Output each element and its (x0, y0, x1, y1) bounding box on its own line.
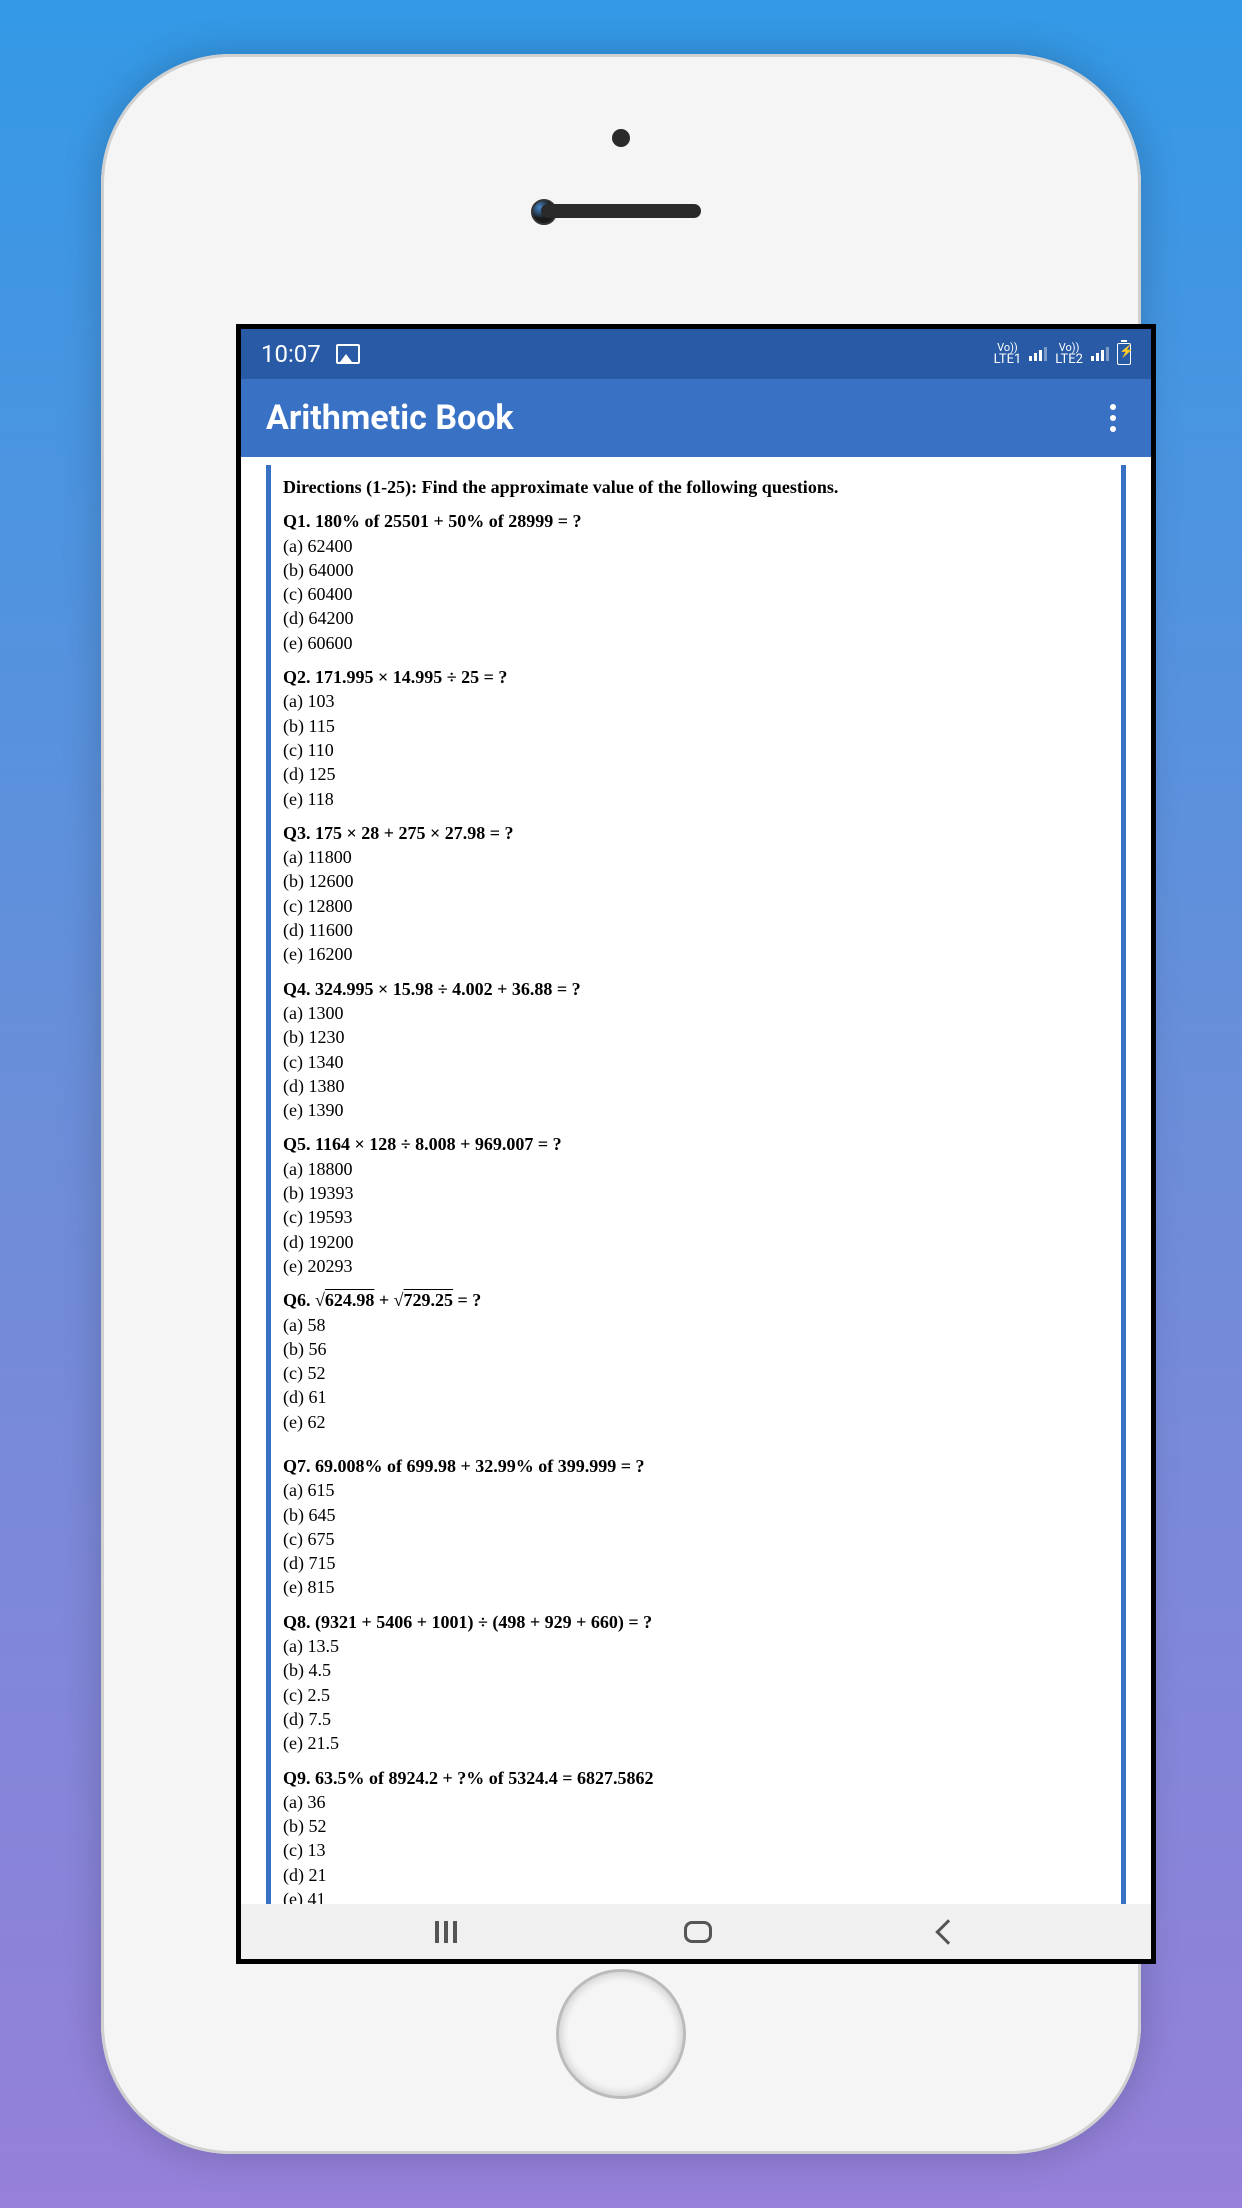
question-option: (a) 615 (283, 1478, 1109, 1502)
question-title: Q8. (9321 + 5406 + 1001) ÷ (498 + 929 + … (283, 1610, 1109, 1634)
content-area[interactable]: Directions (1-25): Find the approximate … (241, 457, 1151, 1912)
question-title: Q5. 1164 × 128 ÷ 8.008 + 969.007 = ? (283, 1132, 1109, 1156)
question-title: Q4. 324.995 × 15.98 ÷ 4.002 + 36.88 = ? (283, 977, 1109, 1001)
question-option: (b) 52 (283, 1814, 1109, 1838)
lte-label-2: LTE2 (1055, 353, 1083, 366)
earpiece-speaker (541, 204, 701, 218)
proximity-sensor (612, 129, 630, 147)
question-title: Q6. √624.98 + √729.25 = ? (283, 1288, 1109, 1312)
home-button-nav[interactable] (684, 1921, 712, 1943)
signal-1: Vo)) LTE1 (994, 342, 1022, 366)
question-option: (c) 110 (283, 738, 1109, 762)
question-option: (d) 7.5 (283, 1707, 1109, 1731)
app-bar: Arithmetic Book (241, 379, 1151, 457)
question-title: Q2. 171.995 × 14.995 ÷ 25 = ? (283, 665, 1109, 689)
question-option: (a) 11800 (283, 845, 1109, 869)
question-option: (e) 16200 (283, 942, 1109, 966)
question-option: (d) 125 (283, 762, 1109, 786)
status-left: 10:07 (261, 340, 360, 368)
back-button[interactable] (936, 1919, 961, 1944)
question-option: (e) 62 (283, 1410, 1109, 1434)
question-option: (b) 19393 (283, 1181, 1109, 1205)
recents-button[interactable] (435, 1921, 457, 1943)
question-option: (c) 60400 (283, 582, 1109, 606)
question-option: (e) 118 (283, 787, 1109, 811)
question-option: (b) 1230 (283, 1025, 1109, 1049)
question-title: Q3. 175 × 28 + 275 × 27.98 = ? (283, 821, 1109, 845)
question-option: (a) 62400 (283, 534, 1109, 558)
status-right: Vo)) LTE1 Vo)) LTE2 (994, 342, 1131, 366)
question-option: (b) 4.5 (283, 1658, 1109, 1682)
question-option: (d) 61 (283, 1385, 1109, 1409)
question-option: (b) 64000 (283, 558, 1109, 582)
phone-frame: 10:07 Vo)) LTE1 Vo)) LTE2 (101, 54, 1141, 2154)
nav-bar (241, 1904, 1151, 1959)
screen: 10:07 Vo)) LTE1 Vo)) LTE2 (236, 324, 1156, 1964)
question-option: (d) 64200 (283, 606, 1109, 630)
more-options-icon[interactable] (1100, 394, 1126, 442)
question-option: (c) 52 (283, 1361, 1109, 1385)
question-option: (a) 1300 (283, 1001, 1109, 1025)
question-title: Q9. 63.5% of 8924.2 + ?% of 5324.4 = 682… (283, 1766, 1109, 1790)
question-option: (e) 20293 (283, 1254, 1109, 1278)
signal-2: Vo)) LTE2 (1055, 342, 1083, 366)
signal-bars-2 (1091, 347, 1109, 361)
question-option: (a) 18800 (283, 1157, 1109, 1181)
status-bar: 10:07 Vo)) LTE1 Vo)) LTE2 (241, 329, 1151, 379)
question-option: (b) 115 (283, 714, 1109, 738)
question-option: (d) 11600 (283, 918, 1109, 942)
question-option: (c) 1340 (283, 1050, 1109, 1074)
clock-text: 10:07 (261, 340, 321, 368)
question-title: Q1. 180% of 25501 + 50% of 28999 = ? (283, 509, 1109, 533)
question-option: (e) 1390 (283, 1098, 1109, 1122)
question-option: (d) 19200 (283, 1230, 1109, 1254)
question-option: (d) 715 (283, 1551, 1109, 1575)
questions-list: Q1. 180% of 25501 + 50% of 28999 = ?(a) … (283, 509, 1109, 1912)
directions-text: Directions (1-25): Find the approximate … (283, 475, 1109, 499)
question-option: (c) 13 (283, 1838, 1109, 1862)
question-option: (b) 56 (283, 1337, 1109, 1361)
question-option: (e) 815 (283, 1575, 1109, 1599)
battery-icon (1117, 343, 1131, 365)
content-inner: Directions (1-25): Find the approximate … (266, 465, 1126, 1912)
picture-icon (336, 344, 360, 364)
home-button-physical[interactable] (556, 1969, 686, 2099)
question-option: (c) 2.5 (283, 1683, 1109, 1707)
lte-label-1: LTE1 (994, 353, 1022, 366)
question-option: (b) 645 (283, 1503, 1109, 1527)
question-option: (a) 58 (283, 1313, 1109, 1337)
question-option: (d) 21 (283, 1863, 1109, 1887)
question-option: (c) 675 (283, 1527, 1109, 1551)
question-option: (a) 13.5 (283, 1634, 1109, 1658)
question-option: (e) 21.5 (283, 1731, 1109, 1755)
question-option: (c) 19593 (283, 1205, 1109, 1229)
question-option: (d) 1380 (283, 1074, 1109, 1098)
question-option: (e) 60600 (283, 631, 1109, 655)
question-option: (a) 103 (283, 689, 1109, 713)
question-option: (c) 12800 (283, 894, 1109, 918)
question-option: (a) 36 (283, 1790, 1109, 1814)
question-option: (b) 12600 (283, 869, 1109, 893)
question-title: Q7. 69.008% of 699.98 + 32.99% of 399.99… (283, 1454, 1109, 1478)
app-title: Arithmetic Book (266, 398, 514, 438)
signal-bars-1 (1029, 347, 1047, 361)
